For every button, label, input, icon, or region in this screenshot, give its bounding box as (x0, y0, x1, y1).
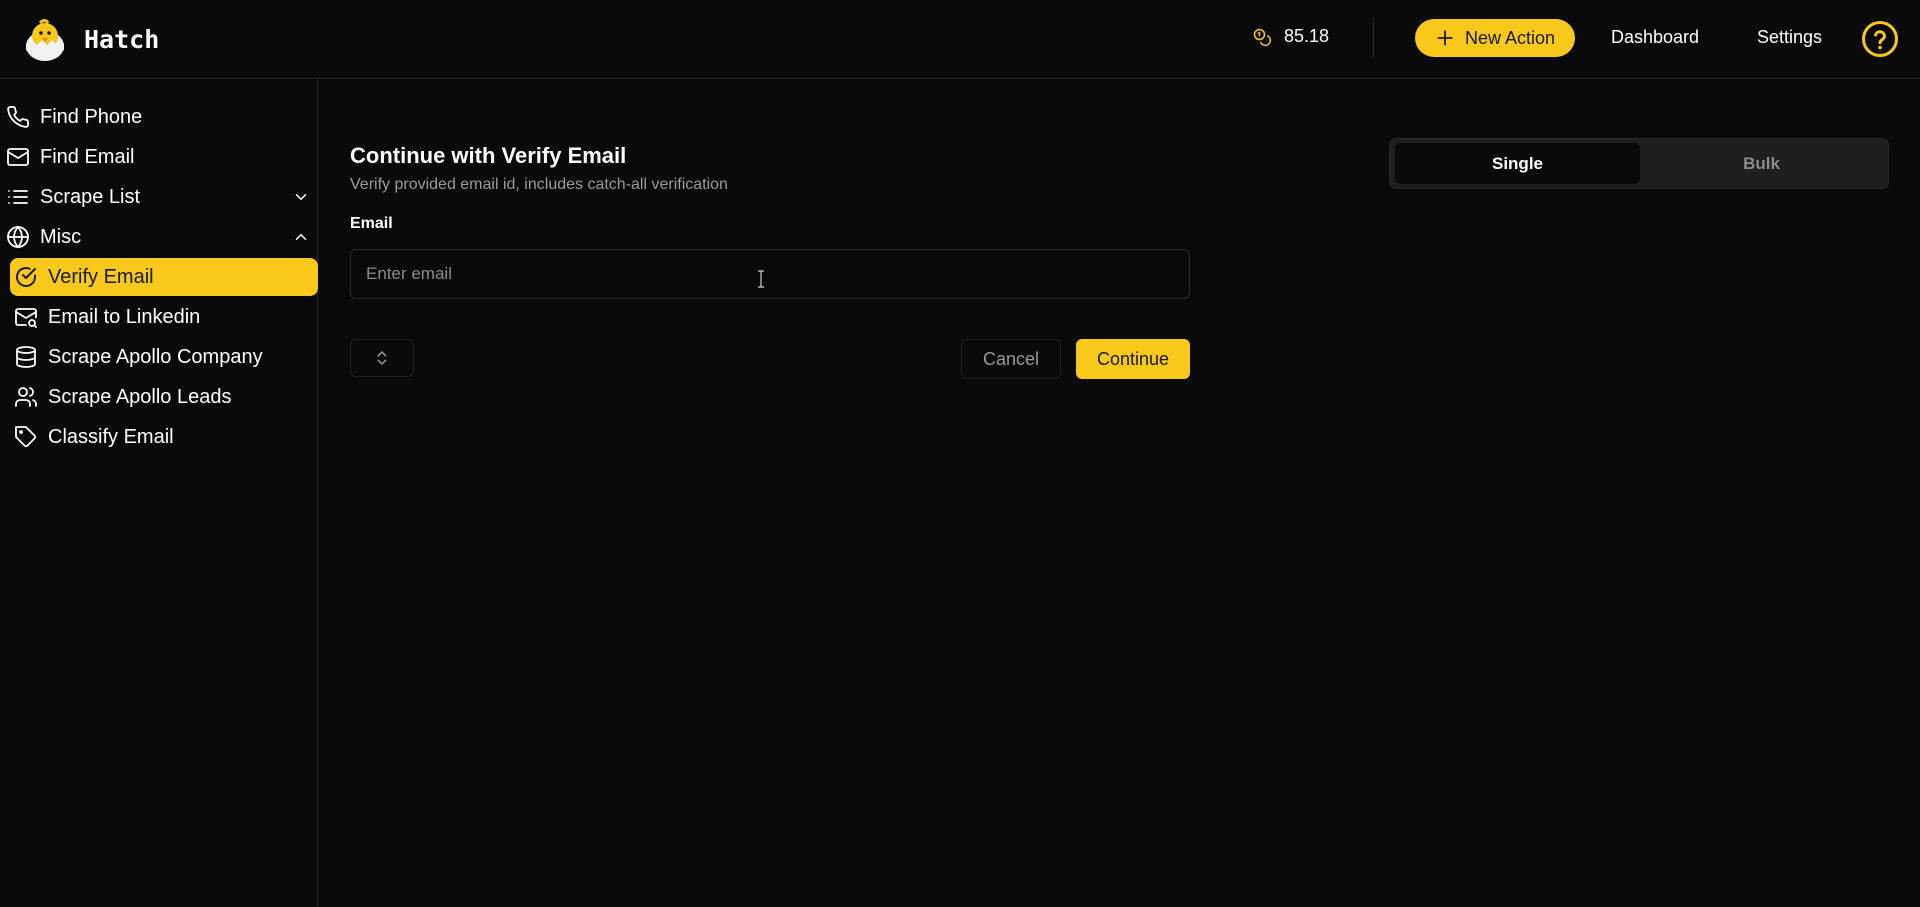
sidebar-item-email-to-linkedin[interactable]: Email to Linkedin (10, 298, 318, 336)
sidebar-item-find-phone[interactable]: Find Phone (0, 98, 318, 136)
new-action-label: New Action (1464, 27, 1556, 48)
top-header: Hatch 85.18 New Action Dashboard Setting… (0, 0, 1920, 79)
new-action-button[interactable]: New Action (1415, 19, 1575, 57)
sidebar-item-label: Scrape Apollo Leads (48, 385, 232, 408)
credits-display: 85.18 (1252, 26, 1329, 47)
email-label: Email (350, 215, 393, 232)
mail-search-icon (15, 308, 37, 328)
check-circle-icon (16, 267, 36, 287)
tag-icon (15, 426, 37, 448)
hatch-chick-logo-icon (26, 19, 64, 61)
continue-button[interactable]: Continue (1076, 339, 1190, 379)
app-name: Hatch (84, 24, 160, 54)
sidebar-item-label: Find Phone (40, 105, 143, 128)
tab-bulk[interactable]: Bulk (1639, 143, 1884, 184)
help-icon[interactable] (1861, 20, 1899, 58)
plus-icon (1437, 30, 1453, 46)
globe-icon (7, 225, 29, 249)
nav-settings-link[interactable]: Settings (1757, 27, 1822, 48)
header-divider (1373, 18, 1374, 58)
sidebar: Find Phone Find Email Scrape List Misc V… (0, 79, 318, 907)
sidebar-item-classify-email[interactable]: Classify Email (10, 418, 318, 456)
list-icon (8, 190, 28, 204)
text-cursor-icon (758, 270, 764, 288)
sidebar-item-label: Scrape Apollo Company (48, 345, 263, 368)
nav-dashboard-link[interactable]: Dashboard (1611, 27, 1699, 48)
chevron-down-icon[interactable] (292, 188, 310, 206)
sidebar-item-label: Email to Linkedin (48, 305, 201, 328)
users-icon (15, 387, 37, 407)
sidebar-item-label: Scrape List (40, 185, 141, 208)
sidebar-item-find-email[interactable]: Find Email (0, 138, 318, 176)
chevrons-up-down-icon (377, 350, 387, 366)
sidebar-item-label: Classify Email (48, 425, 174, 448)
email-input[interactable] (350, 249, 1190, 299)
chevron-up-icon[interactable] (292, 228, 310, 246)
phone-icon (7, 106, 29, 128)
brand[interactable]: Hatch (20, 14, 159, 64)
sidebar-item-verify-email[interactable]: Verify Email (10, 258, 318, 296)
mail-icon (7, 148, 29, 166)
mode-toggle: Single Bulk (1389, 138, 1889, 189)
credits-value: 85.18 (1284, 26, 1330, 46)
sidebar-item-label: Misc (40, 225, 82, 248)
form-title: Continue with Verify Email (350, 143, 627, 168)
sidebar-item-label: Find Email (40, 145, 135, 168)
coins-icon (1253, 28, 1272, 46)
cancel-button[interactable]: Cancel (961, 339, 1061, 379)
expand-collapse-button[interactable] (350, 339, 414, 377)
form-subtitle: Verify provided email id, includes catch… (350, 176, 728, 193)
database-icon (16, 346, 36, 368)
tab-single[interactable]: Single (1395, 143, 1640, 184)
sidebar-item-scrape-list[interactable]: Scrape List (0, 178, 318, 216)
sidebar-item-misc[interactable]: Misc (0, 218, 318, 256)
sidebar-item-label: Verify Email (48, 265, 154, 288)
sidebar-item-scrape-apollo-leads[interactable]: Scrape Apollo Leads (10, 378, 318, 416)
sidebar-item-scrape-apollo-company[interactable]: Scrape Apollo Company (10, 338, 318, 376)
